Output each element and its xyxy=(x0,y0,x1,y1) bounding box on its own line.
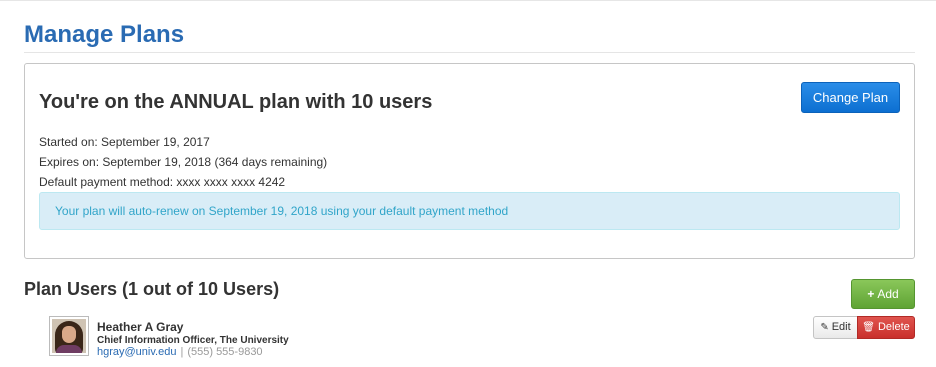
trash-icon: 🗑 xyxy=(862,322,875,333)
plan-heading: You're on the ANNUAL plan with 10 users xyxy=(39,91,433,113)
title-divider xyxy=(24,52,915,53)
edit-user-button[interactable]: ✎ Edit xyxy=(813,316,858,339)
plus-icon: + xyxy=(867,287,875,301)
edit-label: Edit xyxy=(831,321,851,333)
user-phone: (555) 555-9830 xyxy=(187,346,263,358)
add-user-button[interactable]: + Add xyxy=(851,279,915,309)
delete-user-button[interactable]: 🗑 Delete xyxy=(857,316,915,339)
add-user-label: Add xyxy=(877,287,899,301)
delete-label: Delete xyxy=(877,321,910,333)
pencil-icon: ✎ xyxy=(820,322,829,333)
plan-users-heading: Plan Users (1 out of 10 Users) xyxy=(24,279,280,299)
page-title: Manage Plans xyxy=(24,21,185,48)
plan-panel: You're on the ANNUAL plan with 10 users … xyxy=(24,63,915,259)
plan-start-date: Started on: September 19, 2017 xyxy=(39,135,210,149)
user-job-title: Chief Information Officer, The Universit… xyxy=(97,335,289,346)
change-plan-button[interactable]: Change Plan xyxy=(801,82,900,113)
avatar xyxy=(49,316,89,356)
auto-renew-alert: Your plan will auto-renew on September 1… xyxy=(39,192,900,230)
user-email-link[interactable]: hgray@univ.edu xyxy=(97,346,176,358)
contact-separator: | xyxy=(180,346,184,358)
plan-payment-method: Default payment method: xxxx xxxx xxxx 4… xyxy=(39,175,286,189)
user-name: Heather A Gray xyxy=(97,320,184,334)
plan-expiry-date: Expires on: September 19, 2018 (364 days… xyxy=(39,155,328,169)
user-contact: hgray@univ.edu | (555) 555-9830 xyxy=(97,346,263,358)
avatar-photo xyxy=(52,319,86,353)
